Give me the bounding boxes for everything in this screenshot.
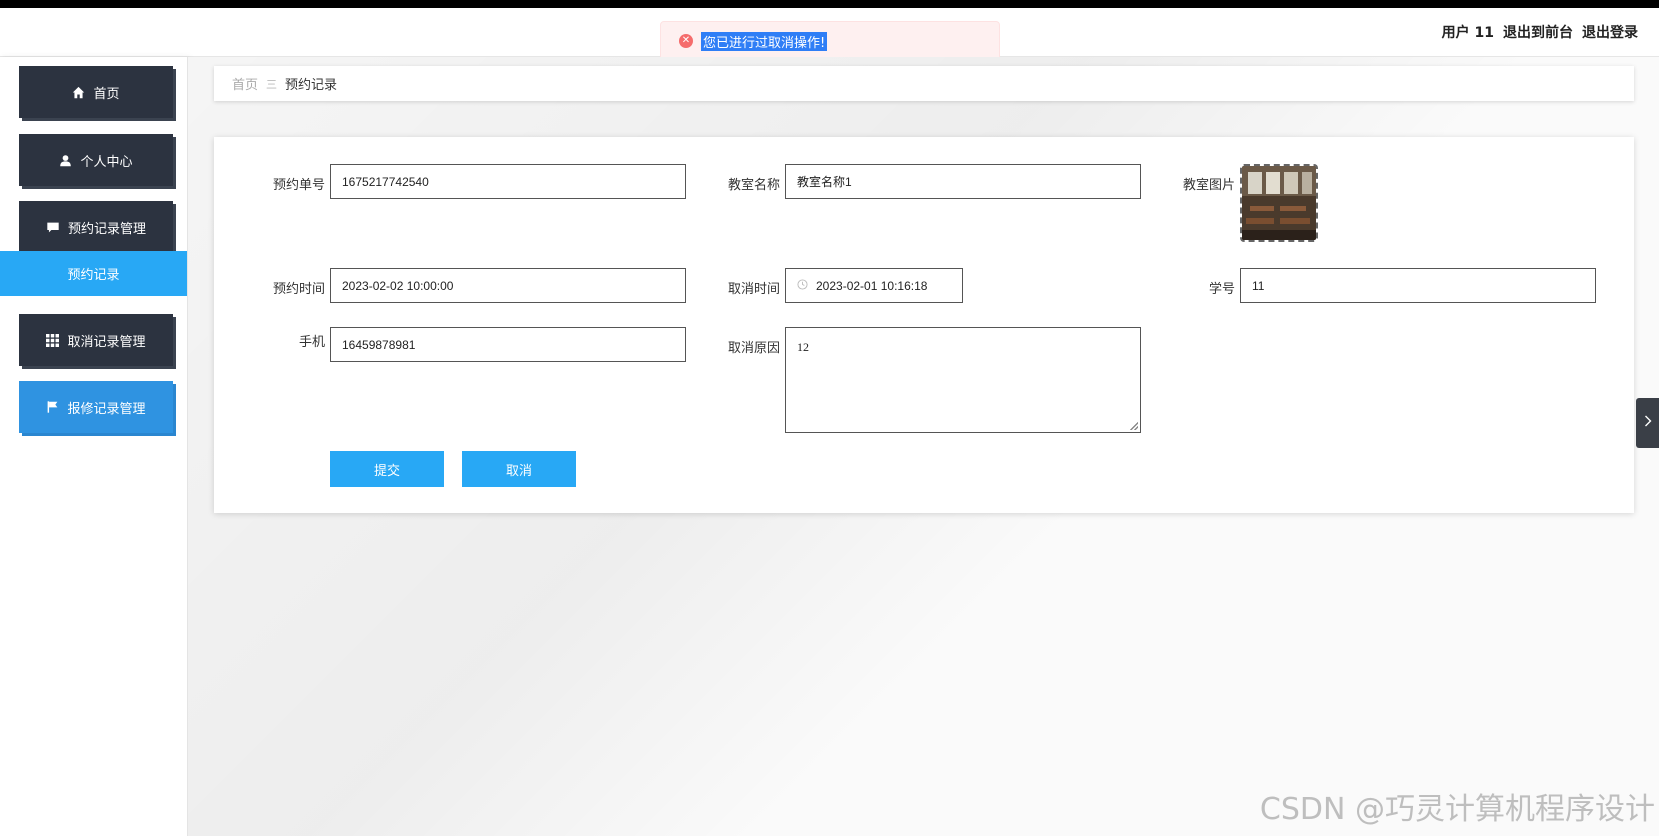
sidebar-item-label: 取消记录管理	[67, 334, 146, 350]
error-toast: ✕ 您已进行过取消操作!	[660, 21, 1000, 61]
resize-handle-icon[interactable]	[1130, 422, 1138, 430]
sidebar-item-label: 首页	[93, 86, 120, 102]
sidebar-item-home[interactable]: 首页	[19, 66, 173, 118]
chevron-right-icon	[1644, 415, 1652, 431]
sidebar-item-personal-center[interactable]: 个人中心	[19, 134, 173, 186]
breadcrumb-home[interactable]: 首页	[232, 74, 258, 93]
error-circle-icon: ✕	[679, 34, 693, 48]
user-label: 用户 11	[1441, 25, 1494, 41]
sidebar-item-label: 预约记录管理	[67, 221, 146, 237]
phone-field[interactable]: 16459878981	[330, 327, 686, 362]
order-no-field[interactable]: 1675217742540	[330, 164, 686, 199]
back-to-front-link[interactable]: 退出到前台	[1503, 22, 1573, 42]
booking-form: 预约单号 1675217742540 教室名称 教室名称1 教室图片 预约时间 …	[214, 137, 1634, 513]
home-icon	[72, 86, 85, 99]
student-no-field[interactable]: 11	[1240, 268, 1596, 303]
user-icon	[59, 154, 72, 167]
watermark: CSDN @巧灵计算机程序设计	[1259, 792, 1655, 827]
submit-button[interactable]: 提交	[330, 451, 444, 487]
booking-time-label: 预约时间	[272, 282, 325, 297]
cancel-reason-label: 取消原因	[727, 341, 780, 356]
header-user-area: 用户 11 退出到前台 退出登录	[1442, 22, 1638, 42]
cancel-time-picker[interactable]: 2023-02-01 10:16:18	[785, 268, 963, 303]
classroom-image-label: 教室图片	[1182, 178, 1235, 193]
flag-icon	[46, 400, 59, 414]
classroom-image[interactable]	[1240, 164, 1318, 242]
breadcrumb-separator: 三	[266, 77, 278, 91]
cancel-reason-value: 12	[797, 340, 809, 354]
cancel-time-label: 取消时间	[727, 282, 780, 297]
breadcrumb-current: 预约记录	[285, 78, 338, 93]
classroom-name-field[interactable]: 教室名称1	[785, 164, 1141, 199]
cancel-button[interactable]: 取消	[462, 451, 576, 487]
side-panel-toggle[interactable]	[1636, 398, 1659, 448]
order-no-label: 预约单号	[272, 178, 325, 193]
booking-time-field[interactable]: 2023-02-02 10:00:00	[330, 268, 686, 303]
chat-icon	[46, 221, 60, 234]
grid-icon	[46, 333, 60, 347]
sidebar-item-label: 个人中心	[80, 154, 133, 170]
student-no-label: 学号	[1208, 282, 1235, 297]
toast-message: 您已进行过取消操作!	[701, 31, 828, 51]
window-top-bar	[0, 0, 1659, 8]
logout-link[interactable]: 退出登录	[1582, 22, 1638, 42]
sidebar-item-booking-records[interactable]: 预约记录管理	[19, 201, 173, 253]
sidebar-subitem-booking-record[interactable]: 预约记录	[0, 251, 187, 296]
cancel-time-value: 2023-02-01 10:16:18	[816, 278, 928, 293]
cancel-reason-textarea[interactable]: 12	[785, 327, 1141, 433]
sidebar-item-repair-records[interactable]: 报修记录管理	[19, 381, 173, 433]
sidebar-item-label: 报修记录管理	[67, 401, 146, 417]
phone-label: 手机	[298, 335, 325, 350]
sidebar: 首页 个人中心 预约记录管理 预约记录 取消记录管理 报修记录管理	[0, 57, 188, 836]
breadcrumb: 首页 三 预约记录	[214, 66, 1634, 101]
sidebar-item-cancel-records[interactable]: 取消记录管理	[19, 314, 173, 366]
clock-icon	[797, 278, 808, 293]
classroom-name-label: 教室名称	[727, 178, 780, 193]
